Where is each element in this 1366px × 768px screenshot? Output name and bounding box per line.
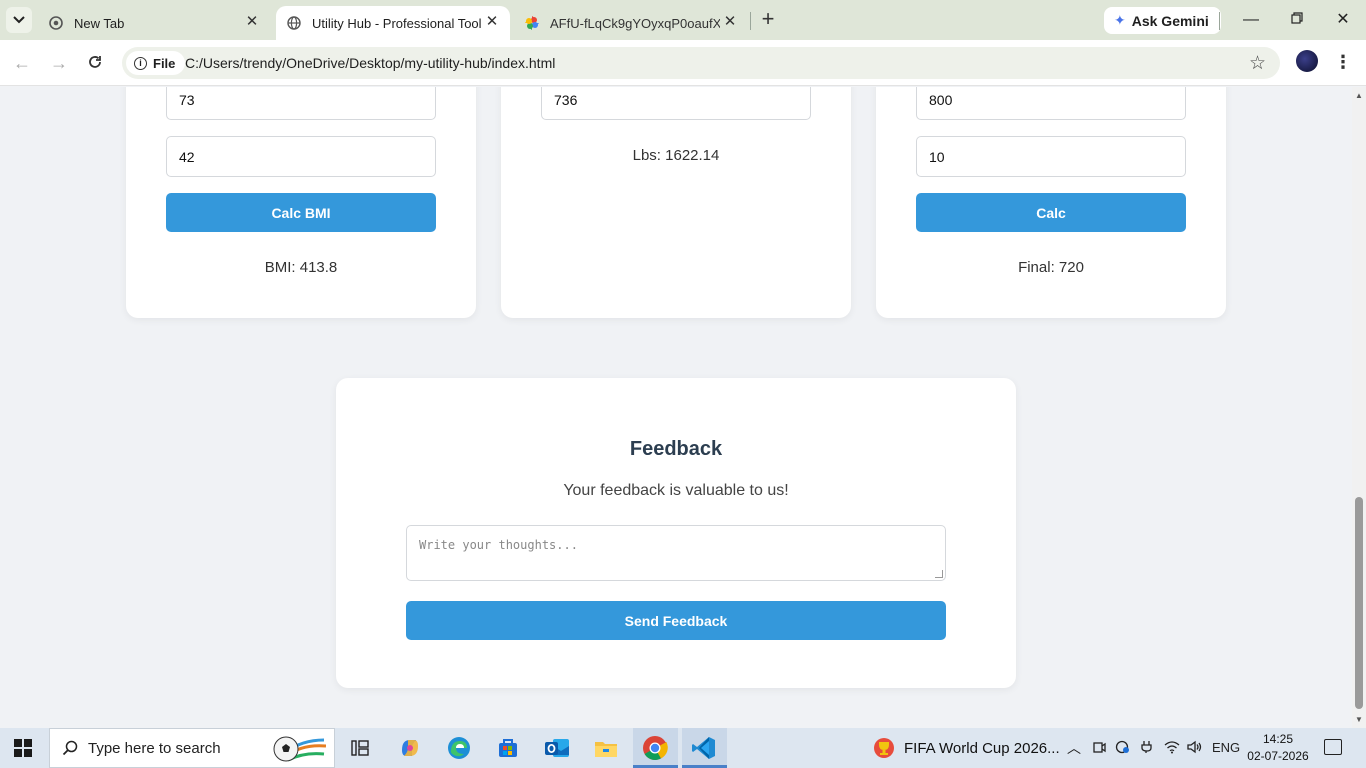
show-hidden-icons-chevron-icon[interactable]: ︿ [1067, 738, 1081, 758]
taskbar-search-box[interactable]: Type here to search [49, 728, 335, 768]
tab-utility-hub[interactable]: Utility Hub - Professional Toolki ✕ [276, 6, 510, 40]
site-info-chip[interactable]: i File [126, 51, 186, 75]
chrome-icon [48, 15, 64, 31]
minimize-icon[interactable]: — [1239, 8, 1263, 32]
tab-title: Utility Hub - Professional Toolki [312, 15, 482, 31]
height-input[interactable]: 73 [166, 87, 436, 120]
ask-gemini-label: Ask Gemini [1131, 12, 1209, 29]
gemini-sparkle-icon: ✦ [1114, 12, 1126, 28]
wifi-icon[interactable] [1164, 740, 1180, 757]
meet-now-icon[interactable] [1092, 740, 1106, 757]
info-icon: i [134, 56, 147, 70]
new-tab-button[interactable]: + [758, 8, 778, 30]
close-tab-icon[interactable]: ✕ [722, 14, 738, 30]
feedback-subtitle: Your feedback is valuable to us! [563, 482, 789, 499]
back-arrow-icon[interactable]: ← [10, 51, 34, 75]
input-language[interactable]: ENG [1212, 740, 1240, 755]
clock-date: 02-07-2026 [1247, 749, 1309, 763]
lbs-result: Lbs: 1622.14 [632, 147, 720, 164]
trophy-icon [874, 738, 894, 758]
scroll-down-arrow-icon[interactable]: ▼ [1355, 715, 1363, 724]
news-headline: FIFA World Cup 2026... [904, 739, 1060, 757]
calc-button[interactable]: Calc [916, 193, 1186, 232]
vscode-icon[interactable] [690, 734, 718, 762]
close-tab-icon[interactable]: ✕ [484, 14, 500, 30]
page-viewport: 73 42 Calc BMI BMI: 413.8 736 Lbs: 1622.… [0, 87, 1352, 728]
microsoft-store-icon[interactable] [494, 734, 522, 762]
scroll-up-arrow-icon[interactable]: ▲ [1355, 91, 1363, 100]
feedback-card: Feedback Your feedback is valuable to us… [336, 378, 1016, 688]
taskbar: Type here to search FIFA World Cup 2026.… [0, 728, 1366, 768]
bmi-calculator-card: 73 42 Calc BMI BMI: 413.8 [126, 87, 476, 318]
url-text[interactable]: C:/Users/trendy/OneDrive/Desktop/my-util… [185, 55, 555, 71]
ask-gemini-button[interactable]: ✦ Ask Gemini [1104, 7, 1221, 34]
feedback-textarea[interactable]: Write your thoughts... [406, 525, 946, 581]
feedback-title: Feedback [629, 438, 723, 460]
news-widget[interactable]: FIFA World Cup 2026... [872, 728, 1060, 768]
globe-icon [286, 15, 302, 31]
volume-icon[interactable] [1187, 740, 1203, 757]
tab-photos[interactable]: AFfU-fLqCk9gYOyxqP0oaufXXi7 ✕ [514, 6, 748, 40]
soccer-ball-icon [273, 736, 326, 762]
chrome-taskbar-icon[interactable] [641, 734, 669, 762]
address-bar[interactable]: i File C:/Users/trendy/OneDrive/Desktop/… [122, 47, 1280, 79]
chevron-down-icon [13, 16, 25, 24]
more-menu-icon[interactable]: ⋮ [1334, 50, 1352, 74]
windows-start-icon[interactable] [14, 739, 32, 757]
notifications-icon[interactable] [1324, 739, 1342, 755]
tab-title: AFfU-fLqCk9gYOyxqP0oaufXXi7 [550, 15, 720, 31]
restore-icon[interactable] [1285, 8, 1309, 32]
onedrive-sync-icon[interactable] [1115, 740, 1131, 757]
power-plug-icon[interactable] [1140, 740, 1154, 757]
clock-time: 14:25 [1262, 732, 1294, 746]
forward-arrow-icon[interactable]: → [47, 51, 71, 75]
bookmark-star-icon[interactable]: ☆ [1249, 52, 1266, 75]
scrollbar-thumb[interactable] [1355, 497, 1363, 709]
toolbar-divider [1219, 12, 1220, 30]
close-tab-icon[interactable]: ✕ [244, 14, 260, 30]
google-photos-icon [524, 15, 540, 31]
edge-browser-icon[interactable] [445, 734, 473, 762]
profile-avatar[interactable] [1296, 50, 1318, 72]
tab-search-menu-button[interactable] [6, 7, 32, 33]
copilot-icon[interactable] [396, 734, 424, 762]
taskbar-search-placeholder: Type here to search [88, 739, 221, 757]
reload-icon[interactable] [83, 51, 107, 75]
tab-new-tab[interactable]: New Tab ✕ [38, 6, 270, 40]
final-price-result: Final: 720 [1018, 259, 1084, 276]
system-clock[interactable]: 14:25 02-07-2026 [1246, 731, 1310, 765]
search-icon [62, 740, 78, 756]
tab-divider [750, 12, 751, 30]
bmi-result: BMI: 413.8 [264, 259, 338, 276]
resize-handle-icon[interactable] [935, 570, 943, 578]
site-info-label: File [153, 55, 176, 71]
send-feedback-button[interactable]: Send Feedback [406, 601, 946, 640]
weight-input[interactable]: 42 [166, 136, 436, 177]
weight-converter-card: 736 Lbs: 1622.14 [501, 87, 851, 318]
tab-strip: New Tab ✕ Utility Hub - Professional Too… [0, 0, 1366, 40]
feedback-placeholder: Write your thoughts... [419, 538, 578, 552]
price-input[interactable]: 800 [916, 87, 1186, 120]
browser-toolbar: ← → i File C:/Users/trendy/OneDrive/Desk… [0, 40, 1366, 86]
page-scrollbar[interactable]: ▲ ▼ [1352, 87, 1366, 728]
task-view-icon[interactable] [346, 734, 374, 762]
discount-input[interactable]: 10 [916, 136, 1186, 177]
outlook-icon[interactable] [543, 734, 571, 762]
tab-title: New Tab [74, 15, 125, 31]
close-window-icon[interactable]: ✕ [1331, 8, 1355, 32]
kg-input[interactable]: 736 [541, 87, 811, 120]
calc-bmi-button[interactable]: Calc BMI [166, 193, 436, 232]
file-explorer-icon[interactable] [592, 734, 620, 762]
discount-calculator-card: 800 10 Calc Final: 720 [876, 87, 1226, 318]
